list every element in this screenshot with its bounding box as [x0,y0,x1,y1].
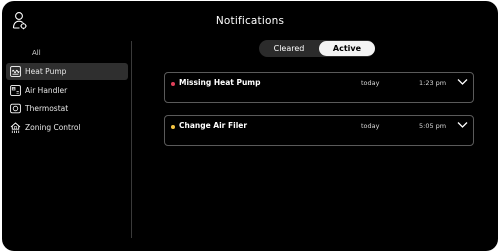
severity-indicator [171,82,175,86]
sidebar-item-label: Heat Pump [25,67,67,76]
sidebar-item-all[interactable]: All [6,44,128,61]
sidebar-item-thermostat[interactable]: Thermostat [6,100,128,117]
sidebar-item-label: Thermostat [25,104,69,113]
sidebar-item-heat-pump[interactable]: Heat Pump [6,63,128,80]
notification-title: Change Air Filer [179,121,248,130]
sidebar-item-air-handler[interactable]: Air Handler [6,82,128,99]
air-handler-icon [10,85,21,96]
notification-card[interactable]: Missing Heat Pump today 1:23 pm [164,72,474,103]
page-title: Notifications [215,15,285,27]
sidebar-divider [131,41,132,238]
sidebar-item-label: Air Handler [25,86,68,95]
sidebar: All Heat Pump Air Handler Thermostat Zon… [2,39,130,239]
severity-indicator [171,125,175,129]
sidebar-item-label: Zoning Control [25,123,81,132]
chevron-down-icon[interactable] [457,78,468,86]
notification-time: 1:23 pm [419,79,447,87]
filter-active-button[interactable]: Active [319,41,375,56]
notification-title: Missing Heat Pump [179,78,261,87]
status-filter-toggle: Cleared Active [259,40,375,57]
screen: Notifications All Heat Pump Air Handler … [2,1,498,251]
chevron-down-icon[interactable] [457,121,468,129]
sidebar-item-label: All [32,48,41,57]
notification-day: today [361,122,380,130]
notification-card[interactable]: Change Air Filer today 5:05 pm [164,115,474,146]
zoning-control-icon [10,121,21,133]
notification-day: today [361,79,380,87]
filter-cleared-button[interactable]: Cleared [261,41,317,56]
thermostat-icon [10,103,21,114]
notification-time: 5:05 pm [419,122,447,130]
sidebar-item-zoning-control[interactable]: Zoning Control [6,119,128,136]
heat-pump-icon [10,66,21,77]
